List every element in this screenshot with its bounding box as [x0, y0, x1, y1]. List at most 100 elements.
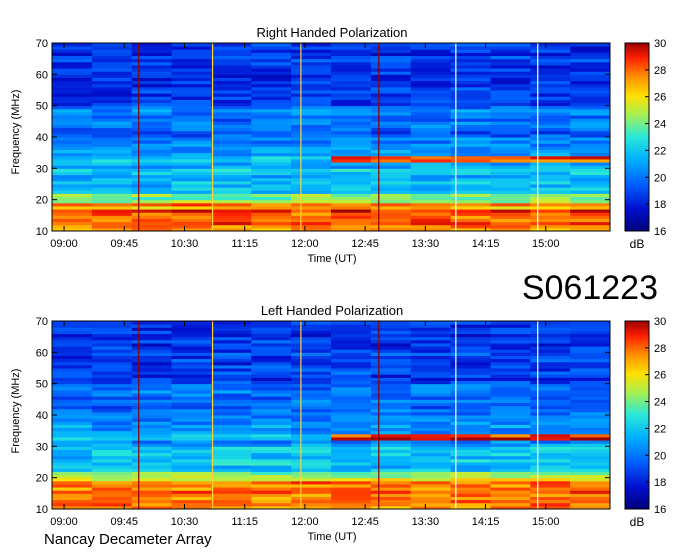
heatmap-cell — [291, 389, 332, 394]
heatmap-cell — [171, 389, 212, 394]
heatmap-cell — [211, 490, 252, 494]
heatmap-cell — [370, 496, 412, 501]
heatmap-cell — [211, 52, 252, 57]
heatmap-cell — [490, 108, 531, 113]
heatmap-cell — [251, 449, 292, 454]
heatmap-cell — [410, 90, 452, 94]
heatmap-cell — [570, 443, 611, 447]
heatmap-cell — [52, 71, 93, 75]
heatmap-cell — [52, 215, 93, 219]
heatmap-cell — [331, 49, 372, 53]
heatmap-cell — [450, 49, 491, 53]
heatmap-cell — [251, 77, 292, 82]
heatmap-cell — [291, 440, 332, 444]
heatmap-cell — [211, 496, 252, 501]
heatmap-cell — [171, 143, 212, 147]
heatmap-cell — [131, 349, 173, 353]
heatmap-cell — [211, 137, 252, 141]
heatmap-cell — [410, 471, 452, 476]
heatmap-cell — [530, 168, 571, 172]
heatmap-cell — [570, 346, 611, 350]
heatmap-cell — [131, 355, 173, 360]
colorbar: 1618202224262830 — [624, 38, 666, 238]
heatmap-cell — [530, 474, 571, 479]
heatmap-cell — [131, 474, 173, 479]
heatmap-cell — [570, 455, 611, 460]
heatmap-cell — [171, 358, 212, 363]
heatmap-cell — [331, 364, 372, 369]
heatmap-cell — [331, 405, 372, 410]
heatmap-cell — [52, 52, 93, 57]
heatmap-cell — [490, 339, 531, 344]
heatmap-cell — [91, 393, 133, 397]
heatmap-cell — [370, 111, 412, 116]
heatmap-cell — [131, 168, 173, 172]
heatmap-cell — [131, 342, 173, 347]
heatmap-cell — [490, 58, 531, 63]
heatmap-cell — [450, 371, 491, 375]
heatmap-cell — [370, 121, 412, 125]
heatmap-cell — [211, 462, 252, 466]
heatmap-cell — [370, 430, 412, 435]
heatmap-cell — [171, 187, 212, 191]
heatmap-cell — [291, 121, 332, 125]
heatmap-cell — [171, 93, 212, 97]
heatmap-cell — [251, 221, 292, 226]
heatmap-cell — [251, 133, 292, 138]
heatmap-cell — [171, 402, 212, 407]
heatmap-cell — [530, 468, 571, 472]
heatmap-cell — [91, 58, 133, 63]
heatmap-cell — [570, 465, 611, 469]
heatmap-cell — [450, 415, 491, 419]
heatmap-cell — [570, 436, 611, 441]
heatmap-cell — [410, 86, 452, 91]
heatmap-cell — [450, 64, 491, 69]
heatmap-cell — [490, 405, 531, 410]
heatmap-cell — [370, 352, 412, 356]
heatmap-cell — [331, 499, 372, 504]
heatmap-cell — [410, 474, 452, 479]
heatmap-cell — [291, 342, 332, 347]
heatmap-cell — [211, 221, 252, 226]
heatmap-cell — [570, 377, 611, 382]
heatmap-cell — [131, 440, 173, 444]
heatmap-cell — [251, 493, 292, 497]
heatmap-cell — [410, 193, 452, 198]
heatmap-cell — [211, 468, 252, 472]
heatmap-cell — [410, 361, 452, 366]
heatmap-cell — [570, 352, 611, 356]
heatmap-cell — [131, 490, 173, 494]
heatmap-cell — [291, 212, 332, 216]
heatmap-cell — [211, 446, 252, 450]
heatmap-cell — [211, 421, 252, 425]
heatmap-cell — [570, 90, 611, 94]
heatmap-cell — [251, 86, 292, 91]
heatmap-cell — [251, 465, 292, 469]
heatmap-cell — [91, 190, 133, 194]
heatmap-cell — [211, 493, 252, 497]
heatmap-cell — [291, 352, 332, 356]
heatmap-cell — [530, 199, 571, 204]
heatmap-cell — [131, 224, 173, 229]
heatmap-cell — [370, 393, 412, 397]
heatmap-cell — [52, 377, 93, 382]
heatmap-cell — [251, 327, 292, 331]
heatmap-cell — [331, 96, 372, 100]
heatmap-cell — [171, 405, 212, 410]
heatmap-cell — [450, 380, 491, 385]
heatmap-cell — [370, 321, 412, 325]
heatmap-cell — [331, 71, 372, 75]
heatmap-cell — [211, 187, 252, 191]
heatmap-cell — [251, 149, 292, 154]
heatmap-cell — [410, 380, 452, 385]
heatmap-cell — [450, 321, 491, 325]
left-polarization-panel: Left Handed Polarization 102030405060700… — [10, 303, 666, 543]
heatmap-cell — [91, 118, 133, 122]
heatmap-cell — [211, 46, 252, 50]
heatmap-cell — [410, 83, 452, 88]
y-tick-label: 40 — [36, 410, 48, 422]
heatmap-cell — [490, 190, 531, 194]
heatmap-cell — [450, 80, 491, 85]
colorbar-tick-label: 30 — [654, 38, 666, 50]
heatmap-cell — [331, 446, 372, 450]
